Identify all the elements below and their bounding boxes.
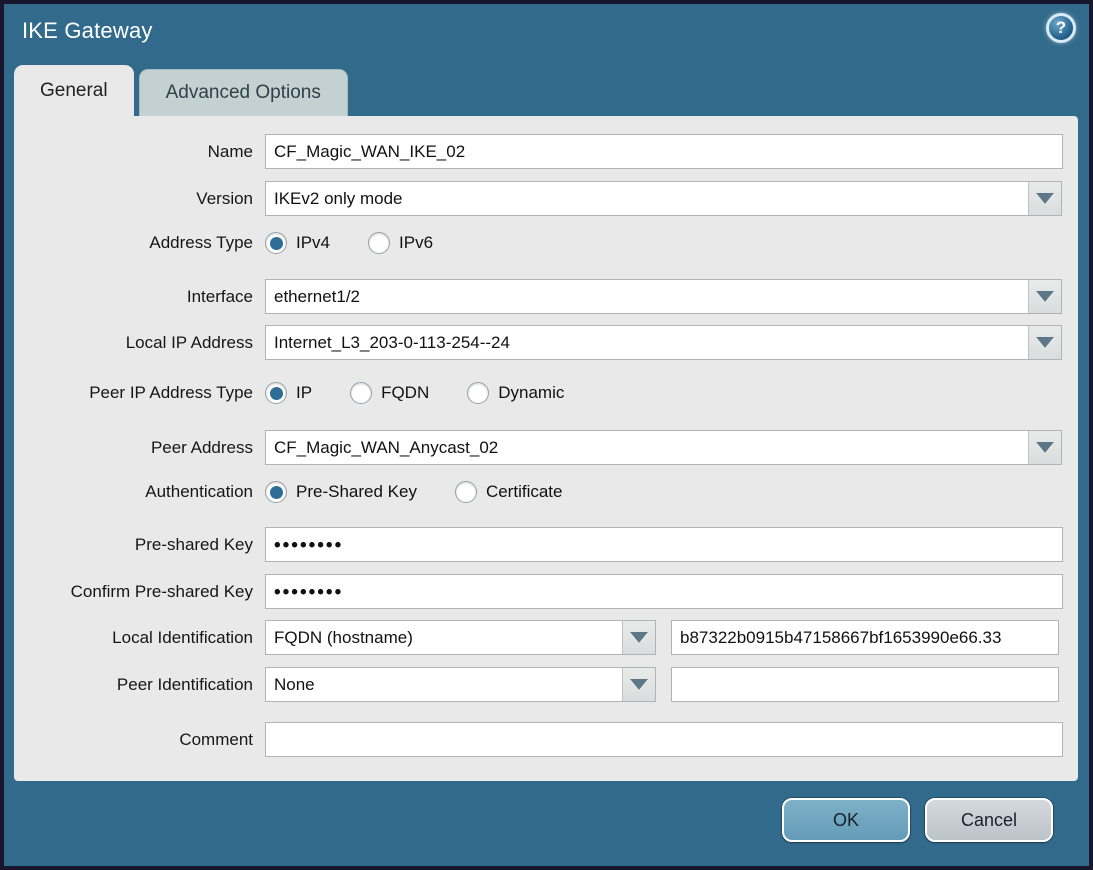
form-row-interface: Interface ethernet1/2 — [14, 279, 1078, 314]
version-label: Version — [14, 189, 253, 209]
interface-dropdown[interactable]: ethernet1/2 — [265, 279, 1062, 314]
confirm-pre-shared-key-label: Confirm Pre-shared Key — [14, 582, 253, 602]
interface-dropdown-button[interactable] — [1028, 280, 1061, 313]
form-row-authentication: Authentication Pre-Shared Key Certificat… — [14, 477, 1078, 507]
name-input[interactable] — [265, 134, 1063, 169]
radio-dynamic-label: Dynamic — [498, 383, 564, 403]
radio-peer-ip[interactable]: IP — [265, 382, 312, 404]
interface-label: Interface — [14, 287, 253, 307]
form-row-local-ip: Local IP Address Internet_L3_203-0-113-2… — [14, 325, 1078, 360]
radio-fqdn[interactable]: FQDN — [350, 382, 429, 404]
peer-address-value: CF_Magic_WAN_Anycast_02 — [266, 431, 1028, 464]
peer-identification-type-dropdown[interactable]: None — [265, 667, 656, 702]
confirm-pre-shared-key-input[interactable] — [265, 574, 1063, 609]
radio-certificate-label: Certificate — [486, 482, 563, 502]
radio-ipv4-label: IPv4 — [296, 233, 330, 253]
peer-address-dropdown-button[interactable] — [1028, 431, 1061, 464]
chevron-down-icon — [1036, 193, 1054, 204]
pre-shared-key-input[interactable] — [265, 527, 1063, 562]
tab-bar: General Advanced Options — [14, 65, 348, 116]
radio-certificate-circle[interactable] — [455, 481, 477, 503]
local-ip-value: Internet_L3_203-0-113-254--24 — [266, 326, 1028, 359]
version-value: IKEv2 only mode — [266, 182, 1028, 215]
authentication-label: Authentication — [14, 482, 253, 502]
general-tab-panel: Name Version IKEv2 only mode Address Typ… — [14, 116, 1078, 781]
chevron-down-icon — [1036, 442, 1054, 453]
local-ip-dropdown[interactable]: Internet_L3_203-0-113-254--24 — [265, 325, 1062, 360]
radio-fqdn-label: FQDN — [381, 383, 429, 403]
chevron-down-icon — [1036, 337, 1054, 348]
version-dropdown-button[interactable] — [1028, 182, 1061, 215]
ike-gateway-dialog: IKE Gateway ? General Advanced Options N… — [0, 0, 1093, 870]
tab-general[interactable]: General — [14, 65, 134, 116]
radio-psk-circle[interactable] — [265, 481, 287, 503]
radio-ipv6-label: IPv6 — [399, 233, 433, 253]
local-ip-label: Local IP Address — [14, 333, 253, 353]
form-row-pre-shared-key: Pre-shared Key — [14, 527, 1078, 562]
local-identification-type-value: FQDN (hostname) — [266, 621, 622, 654]
comment-input[interactable] — [265, 722, 1063, 757]
radio-psk-label: Pre-Shared Key — [296, 482, 417, 502]
form-row-local-identification: Local Identification FQDN (hostname) — [14, 620, 1078, 655]
interface-value: ethernet1/2 — [266, 280, 1028, 313]
ok-button[interactable]: OK — [782, 798, 910, 842]
peer-identification-value-input[interactable] — [671, 667, 1059, 702]
form-row-comment: Comment — [14, 722, 1078, 757]
chevron-down-icon — [630, 632, 648, 643]
chevron-down-icon — [630, 679, 648, 690]
form-row-address-type: Address Type IPv4 IPv6 — [14, 228, 1078, 258]
local-identification-label: Local Identification — [14, 628, 253, 648]
peer-ip-type-label: Peer IP Address Type — [14, 383, 253, 403]
radio-pre-shared-key[interactable]: Pre-Shared Key — [265, 481, 417, 503]
form-row-peer-address: Peer Address CF_Magic_WAN_Anycast_02 — [14, 430, 1078, 465]
radio-dynamic-circle[interactable] — [467, 382, 489, 404]
form-row-confirm-pre-shared-key: Confirm Pre-shared Key — [14, 574, 1078, 609]
radio-peer-ip-circle[interactable] — [265, 382, 287, 404]
tab-general-label: General — [40, 80, 108, 102]
radio-peer-ip-label: IP — [296, 383, 312, 403]
cancel-button[interactable]: Cancel — [925, 798, 1053, 842]
dialog-title: IKE Gateway — [22, 18, 153, 44]
radio-ipv6-circle[interactable] — [368, 232, 390, 254]
chevron-down-icon — [1036, 291, 1054, 302]
radio-ipv4-circle[interactable] — [265, 232, 287, 254]
peer-identification-label: Peer Identification — [14, 675, 253, 695]
local-ip-dropdown-button[interactable] — [1028, 326, 1061, 359]
radio-dynamic[interactable]: Dynamic — [467, 382, 564, 404]
radio-ipv6[interactable]: IPv6 — [368, 232, 433, 254]
title-bar: IKE Gateway ? — [4, 4, 1089, 64]
comment-label: Comment — [14, 730, 253, 750]
form-row-peer-identification: Peer Identification None — [14, 667, 1078, 702]
tab-advanced-options-label: Advanced Options — [166, 82, 321, 104]
peer-address-dropdown[interactable]: CF_Magic_WAN_Anycast_02 — [265, 430, 1062, 465]
form-row-version: Version IKEv2 only mode — [14, 181, 1078, 216]
form-row-name: Name — [14, 134, 1078, 169]
address-type-label: Address Type — [14, 233, 253, 253]
peer-identification-type-value: None — [266, 668, 622, 701]
tab-advanced-options[interactable]: Advanced Options — [139, 69, 348, 116]
version-dropdown[interactable]: IKEv2 only mode — [265, 181, 1062, 216]
radio-ipv4[interactable]: IPv4 — [265, 232, 330, 254]
name-label: Name — [14, 142, 253, 162]
help-icon[interactable]: ? — [1046, 13, 1076, 43]
peer-address-label: Peer Address — [14, 438, 253, 458]
pre-shared-key-label: Pre-shared Key — [14, 535, 253, 555]
radio-certificate[interactable]: Certificate — [455, 481, 563, 503]
local-identification-type-dropdown[interactable]: FQDN (hostname) — [265, 620, 656, 655]
peer-identification-dropdown-button[interactable] — [622, 668, 655, 701]
radio-fqdn-circle[interactable] — [350, 382, 372, 404]
local-identification-value-input[interactable] — [671, 620, 1059, 655]
local-identification-dropdown-button[interactable] — [622, 621, 655, 654]
form-row-peer-ip-type: Peer IP Address Type IP FQDN Dynamic — [14, 378, 1078, 408]
